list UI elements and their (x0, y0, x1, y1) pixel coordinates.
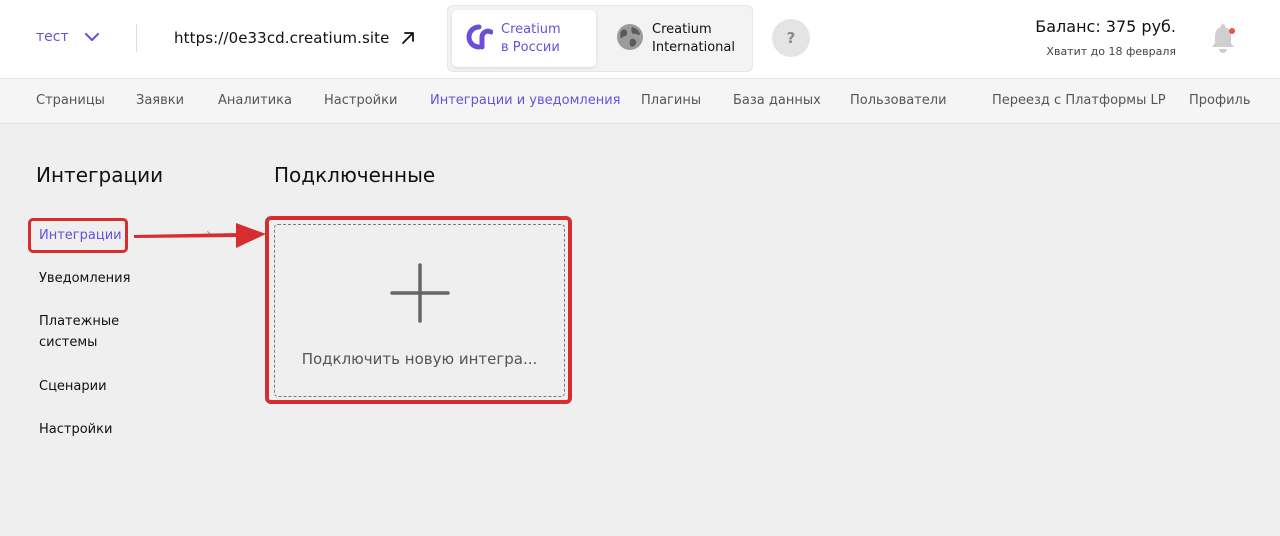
balance-until: Хватит до 18 февраля (1046, 45, 1176, 58)
nav-item-users[interactable]: Пользователи (850, 93, 947, 108)
nav-item-integrations[interactable]: Интеграции и уведомления (430, 93, 620, 108)
chevron-down-icon (84, 32, 99, 42)
sidebar-item-payment-line2: системы (39, 335, 98, 350)
nav-item-requests[interactable]: Заявки (136, 93, 184, 108)
site-url: https://0e33cd.creatium.site (174, 29, 390, 47)
sidebar-item-settings[interactable]: Настройки (39, 419, 112, 440)
site-selector[interactable]: тест (36, 29, 99, 45)
nav-item-profile[interactable]: Профиль (1189, 93, 1251, 108)
nav-item-analytics[interactable]: Аналитика (218, 93, 292, 108)
region-russia-line2: в России (501, 39, 560, 55)
sidebar-item-payment-line1: Платежные (39, 314, 120, 329)
region-international-line1: Creatium (652, 21, 712, 37)
sidebar-item-notifications[interactable]: Уведомления (39, 268, 130, 289)
region-russia-line1: Creatium (501, 21, 561, 37)
region-international[interactable]: Creatium International (613, 10, 749, 67)
creatium-logo-icon (465, 24, 494, 54)
site-url-link[interactable]: https://0e33cd.creatium.site (174, 29, 415, 47)
notifications-bell-icon[interactable] (1208, 22, 1238, 54)
globe-icon (616, 23, 644, 55)
nav-item-settings[interactable]: Настройки (324, 93, 397, 108)
nav-item-plugins[interactable]: Плагины (641, 93, 701, 108)
region-switcher: Creatium в России Creatium International (447, 5, 753, 72)
header-divider (136, 24, 137, 52)
nav-item-pages[interactable]: Страницы (36, 93, 105, 108)
balance-info[interactable]: Баланс: 375 руб. Хватит до 18 февраля (1035, 17, 1176, 58)
top-header: тест https://0e33cd.creatium.site Creati… (0, 0, 1280, 78)
sidebar-title: Интеграции (36, 163, 164, 187)
help-button[interactable]: ? (772, 19, 810, 57)
nav-item-migration[interactable]: Переезд с Платформы LP (992, 93, 1166, 108)
region-russia[interactable]: Creatium в России (452, 10, 596, 67)
highlight-box-card (265, 216, 572, 404)
external-link-icon (401, 31, 415, 45)
sidebar-item-payment-systems[interactable]: Платежные системы (39, 311, 119, 353)
annotation-arrow-icon (130, 218, 270, 258)
site-name: тест (36, 29, 69, 45)
nav-item-database[interactable]: База данных (733, 93, 821, 108)
region-international-line2: International (652, 39, 735, 55)
balance-amount: Баланс: 375 руб. (1035, 17, 1176, 36)
help-label: ? (786, 29, 796, 47)
highlight-box-sidebar (28, 218, 128, 253)
page-title: Подключенные (274, 163, 436, 187)
main-nav: Страницы Заявки Аналитика Настройки Инте… (0, 78, 1280, 124)
sidebar-item-scenarios[interactable]: Сценарии (39, 376, 107, 397)
